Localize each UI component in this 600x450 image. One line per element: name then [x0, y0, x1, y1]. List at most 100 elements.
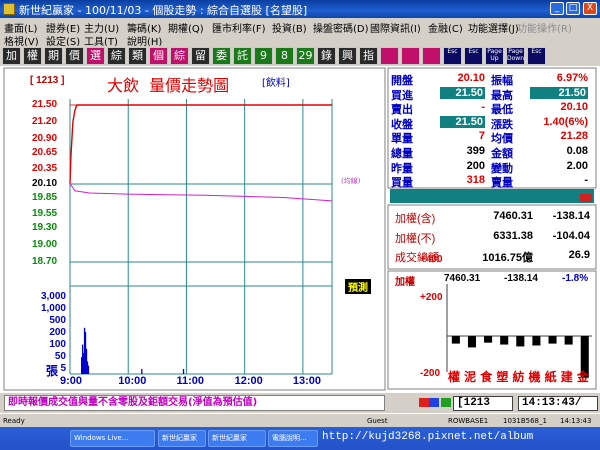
toolbar-button[interactable]: 留 — [191, 47, 210, 65]
toolbar-button[interactable]: 9 — [254, 47, 273, 65]
menu-item[interactable]: 國際資訊(I) — [370, 20, 421, 35]
volume-bar — [182, 368, 185, 374]
toolbar-button[interactable]: 興 — [338, 47, 357, 65]
price-tick: 19.85 — [32, 191, 58, 203]
notice-bar: 即時報價成交值與量不含零股及鉅額交易(淨值為預估值) [1213 14:13:4… — [0, 393, 600, 413]
toolbar-button[interactable]: 綜 — [170, 47, 189, 65]
volume-bar — [87, 365, 90, 374]
sector-bar — [467, 336, 476, 348]
toolbar-button[interactable]: 8 — [275, 47, 294, 65]
toolbar-button[interactable]: Page Up — [485, 47, 504, 65]
taskbar-task[interactable]: 新世紀贏家 — [208, 430, 266, 447]
toolbar-button[interactable]: Page Down — [506, 47, 525, 65]
quote-value: 21.50 — [440, 115, 485, 128]
quote-label: 買量 — [391, 177, 413, 190]
volume-bar — [141, 368, 143, 374]
status-ready: Ready — [3, 417, 25, 425]
quote-label: 最低 — [491, 104, 513, 117]
toolbar-button[interactable]: 期 — [44, 47, 63, 65]
toolbar-button[interactable] — [422, 47, 441, 65]
sector-name[interactable]: 機 — [529, 368, 541, 385]
quote-value: - — [481, 101, 485, 114]
toolbar-button[interactable]: 29 — [296, 47, 315, 65]
sector-name[interactable]: 泥 — [464, 368, 476, 385]
quote-value: 2.00 — [566, 159, 588, 172]
sector-name[interactable]: 紡 — [512, 368, 524, 385]
menu-item[interactable]: 功能操作(R) — [517, 20, 572, 35]
index-change: -104.04 — [552, 229, 590, 242]
toolbar-button[interactable]: Esc — [464, 47, 483, 65]
toolbar-button[interactable]: 價 — [65, 47, 84, 65]
toolbar-button[interactable]: 錄 — [317, 47, 336, 65]
ribbon-indicator — [580, 194, 592, 202]
forecast-label[interactable]: 預測 — [345, 279, 371, 294]
taskbar-task[interactable]: 電腦說明... — [268, 430, 318, 447]
sector-name[interactable]: 金 — [577, 368, 589, 385]
sector-header-value: 7460.31 — [444, 273, 481, 284]
price-tick: 21.20 — [32, 115, 58, 127]
stock-code-input[interactable]: [1213 — [453, 396, 513, 411]
time-tick: 13:00 — [292, 375, 322, 387]
toolbar-button[interactable] — [401, 47, 420, 65]
quote-value: 399 — [466, 145, 485, 157]
minimize-button[interactable]: _ — [550, 2, 564, 15]
toolbar-button[interactable]: Esc — [527, 47, 546, 65]
index-change: -138.14 — [552, 210, 590, 222]
menu-item[interactable]: 投資(B) — [272, 20, 307, 35]
quote-label: 賣量 — [491, 177, 513, 190]
quote-label: 昨量 — [391, 162, 413, 175]
index-change: 26.9 — [568, 249, 590, 261]
app-icon — [3, 3, 15, 15]
toolbar-button[interactable]: 綜 — [107, 47, 126, 65]
menu-item[interactable]: 功能選擇(J) — [468, 20, 519, 35]
quote-label: 金額 — [491, 148, 513, 160]
tick-up-indicator — [419, 398, 429, 407]
taskbar-task[interactable]: 新世紀贏家 — [158, 430, 206, 447]
quote-value: 0.08 — [566, 145, 588, 157]
toolbar-button[interactable]: 加 — [2, 47, 21, 65]
stock-category: [飲料] — [262, 78, 290, 89]
tick-down-indicator — [429, 398, 439, 407]
quote-value: 21.50 — [530, 86, 588, 99]
toolbar-button[interactable]: 權 — [23, 47, 42, 65]
toolbar-button[interactable]: 委 — [212, 47, 231, 65]
time-tick: 10:00 — [118, 375, 147, 387]
status-time: 14:13:43 — [560, 417, 592, 425]
sector-header-change: -138.14 — [504, 273, 538, 284]
volume-tick: 200 — [49, 327, 66, 338]
index-label: 加權(含) — [395, 213, 436, 225]
toolbar-button[interactable]: Esc — [443, 47, 462, 65]
sector-name[interactable]: 食 — [480, 368, 492, 385]
close-button[interactable]: X — [583, 2, 597, 15]
sector-name[interactable]: 塑 — [496, 368, 508, 385]
quote-label: 變動 — [491, 162, 513, 175]
toolbar-button[interactable]: 選 — [86, 47, 105, 65]
quote-value: 20.10 — [560, 101, 588, 114]
price-tick: 20.65 — [32, 146, 58, 158]
price-tick: 20.10 — [32, 177, 58, 189]
quote-value: 318 — [466, 174, 485, 187]
notice-text: 即時報價成交值與量不含零股及鉅額交易(淨值為預估值) — [4, 395, 385, 411]
menu-item[interactable]: 匯市利率(F) — [212, 20, 266, 35]
volume-tick: 50 — [54, 351, 66, 362]
toolbar-button[interactable]: 類 — [128, 47, 147, 65]
toolbar-button[interactable]: 個 — [149, 47, 168, 65]
avg-legend: (均線) — [341, 177, 361, 185]
price-tick: 19.55 — [32, 208, 58, 220]
menu-item[interactable]: 金融(C) — [428, 20, 463, 35]
quote-label: 買進 — [391, 89, 413, 102]
sector-name[interactable]: 權 — [448, 368, 460, 385]
toolbar-button[interactable]: 指 — [359, 47, 378, 65]
toolbar-button[interactable] — [380, 47, 399, 65]
sector-bar — [532, 336, 541, 346]
toolbar-button[interactable]: 託 — [233, 47, 252, 65]
price-tick: 20.35 — [32, 163, 58, 175]
sector-name[interactable]: 建 — [561, 368, 573, 385]
menu-item[interactable]: 期權(Q) — [168, 20, 204, 35]
menu-item[interactable]: 操盤密碼(D) — [313, 20, 369, 35]
title-bar: 新世紀贏家 - 100/11/03 - 個股走勢 : 綜合自選股 [名望股] _… — [0, 0, 600, 18]
taskbar-task[interactable]: Windows Live... — [70, 430, 155, 447]
window-title: 新世紀贏家 - 100/11/03 - 個股走勢 : 綜合自選股 [名望股] — [19, 4, 308, 17]
sector-name[interactable]: 紙 — [545, 368, 557, 385]
maximize-button[interactable]: □ — [566, 2, 580, 15]
